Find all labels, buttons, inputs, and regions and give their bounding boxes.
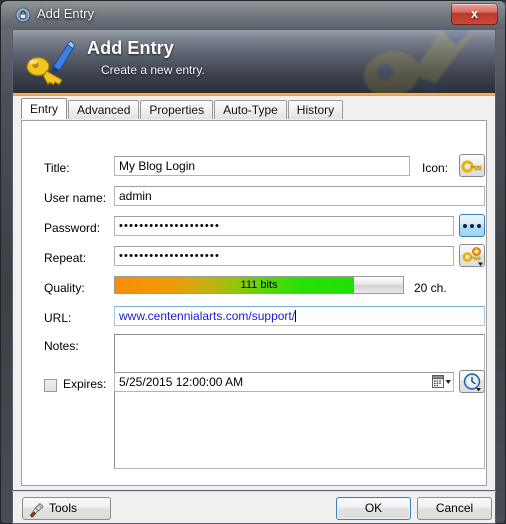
lock-icon	[15, 7, 31, 23]
banner-title: Add Entry	[87, 38, 174, 58]
key-gear-icon	[460, 246, 484, 267]
tab-auto-type[interactable]: Auto-Type	[214, 100, 287, 119]
cancel-button[interactable]: Cancel	[417, 497, 492, 520]
cancel-button-label: Cancel	[435, 501, 474, 515]
three-dots-icon	[460, 215, 484, 236]
text-caret	[295, 310, 297, 322]
tab-entry-label: Entry	[30, 102, 59, 116]
icon-picker-button[interactable]	[459, 154, 485, 177]
expiry-presets-button[interactable]	[459, 370, 485, 393]
tab-advanced[interactable]: Advanced	[68, 100, 140, 119]
tab-properties-label: Properties	[149, 103, 205, 117]
clock-icon	[460, 372, 484, 393]
title-bar[interactable]: Add Entry x	[1, 1, 506, 29]
tab-entry[interactable]: Entry	[21, 98, 68, 119]
toggle-password-visibility-button[interactable]	[459, 214, 485, 237]
notes-textarea[interactable]	[114, 334, 485, 469]
password-quality-bits: 111 bits	[240, 279, 278, 291]
tools-button-label: Tools	[49, 501, 78, 515]
tools-icon	[28, 501, 45, 518]
icon-label: Icon:	[422, 161, 449, 175]
calendar-dropdown-icon[interactable]	[432, 375, 452, 389]
tab-properties[interactable]: Properties	[140, 100, 214, 119]
tab-auto-type-label: Auto-Type	[223, 103, 278, 117]
username-input[interactable]: admin	[114, 186, 485, 206]
password-input[interactable]: ••••••••••••••••••••	[114, 216, 454, 236]
close-button[interactable]: x	[451, 3, 498, 25]
tab-history[interactable]: History	[287, 100, 344, 119]
password-label: Password:	[44, 221, 101, 235]
title-input[interactable]: My Blog Login	[114, 156, 410, 176]
url-input-value: www.centennialarts.com/support/	[119, 309, 296, 323]
key-icon	[460, 156, 484, 177]
title-label: Title:	[44, 161, 70, 175]
expires-label: Expires:	[63, 377, 107, 391]
banner-separator	[13, 93, 495, 96]
username-label: User name:	[44, 191, 107, 205]
tab-strip: Entry Advanced Properties Auto-Type Hist…	[21, 98, 487, 121]
banner-subtitle: Create a new entry.	[101, 63, 205, 77]
url-input[interactable]: www.centennialarts.com/support/	[114, 306, 485, 326]
add-entry-dialog: Add Entry x Add Entry Create a new entry…	[0, 0, 506, 524]
password-generator-button[interactable]	[459, 244, 485, 267]
notes-label: Notes:	[44, 339, 79, 353]
dialog-banner: Add Entry Create a new entry.	[13, 30, 495, 93]
password-quality-bar: 111 bits	[114, 276, 404, 294]
quality-label: Quality:	[44, 281, 85, 295]
repeat-password-input[interactable]: ••••••••••••••••••••	[114, 246, 454, 266]
key-pencil-watermark-icon	[345, 30, 495, 93]
dialog-client-area: Add Entry Create a new entry. Entry Adva…	[12, 29, 496, 491]
ok-button-label: OK	[364, 501, 383, 515]
tools-button[interactable]: Tools	[22, 497, 111, 520]
dialog-button-bar: Tools OK Cancel	[12, 491, 496, 524]
expires-checkbox[interactable]	[44, 379, 57, 392]
entry-tab-page: Title: My Blog Login Icon: User name: ad…	[21, 120, 487, 486]
repeat-label: Repeat:	[44, 251, 87, 265]
key-pencil-icon	[24, 38, 76, 88]
url-label: URL:	[44, 311, 72, 325]
password-length-label: 20 ch.	[414, 281, 447, 295]
tab-history-label: History	[296, 103, 335, 117]
close-icon: x	[470, 6, 479, 21]
expires-date-input[interactable]: 5/25/2015 12:00:00 AM	[114, 372, 454, 392]
expires-date-value: 5/25/2015 12:00:00 AM	[119, 375, 244, 389]
tab-advanced-label: Advanced	[77, 103, 131, 117]
ok-button[interactable]: OK	[336, 497, 411, 520]
window-title: Add Entry	[37, 6, 95, 21]
